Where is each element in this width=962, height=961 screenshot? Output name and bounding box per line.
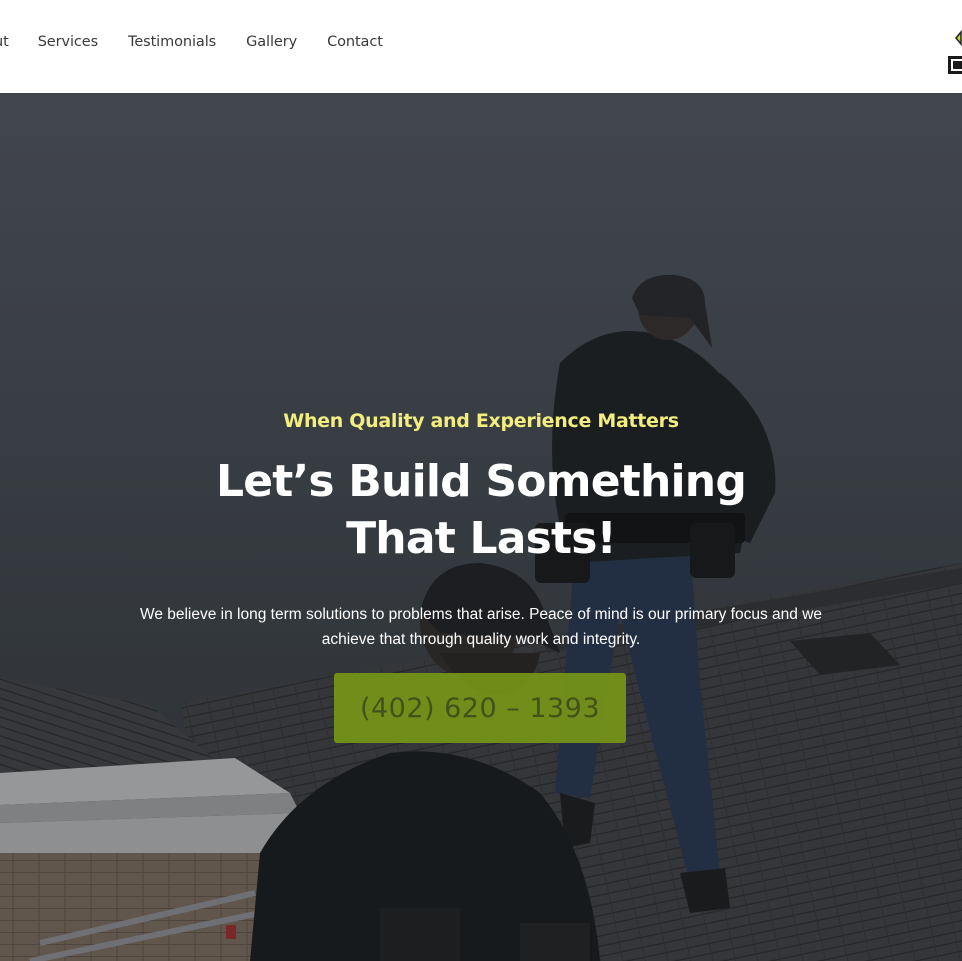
hero-kicker: When Quality and Experience Matters [283,410,679,432]
nav-item-about[interactable]: ut [0,34,9,50]
nav-item-gallery[interactable]: Gallery [246,34,297,50]
call-phone-button[interactable]: (402) 620 – 1393 [334,673,626,743]
nav-item-testimonials[interactable]: Testimonials [128,34,216,50]
hero-headline: Let’s Build Something That Lasts! [215,456,747,564]
main-nav: ut Services Testimonials Gallery Contact [0,34,383,50]
hero-section: When Quality and Experience Matters Let’… [0,93,962,961]
hero-subtext: We believe in long term solutions to pro… [139,606,823,648]
site-header: ut Services Testimonials Gallery Contact [0,0,962,93]
nav-item-contact[interactable]: Contact [327,34,383,50]
logo-icon [948,29,962,74]
company-logo[interactable] [944,28,962,78]
nav-item-services[interactable]: Services [38,34,98,50]
